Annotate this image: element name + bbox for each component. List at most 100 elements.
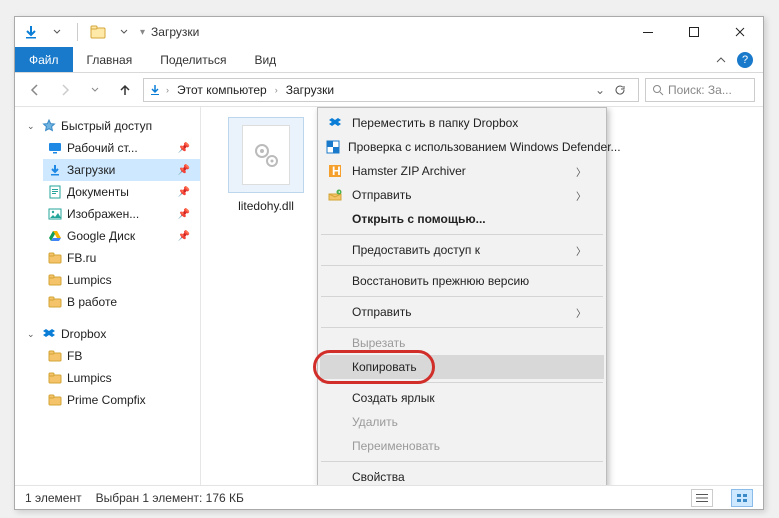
menu-item[interactable]: Восстановить прежнюю версию <box>320 269 604 293</box>
menu-separator <box>321 327 603 328</box>
minimize-button[interactable] <box>625 17 671 47</box>
gdrive-icon <box>47 228 63 244</box>
menu-item[interactable]: Проверка с использованием Windows Defend… <box>320 135 604 159</box>
menu-item-label: Переместить в папку Dropbox <box>352 116 586 130</box>
hamster-icon: H <box>326 162 344 180</box>
tree-item[interactable]: Google Диск📌 <box>43 225 200 247</box>
collapse-icon[interactable]: ⌄ <box>27 121 37 132</box>
menu-item-label: Отправить <box>352 188 568 202</box>
tree-item-label: FB.ru <box>67 251 96 265</box>
menu-item-label: Предоставить доступ к <box>352 243 568 257</box>
gears-icon <box>251 140 281 170</box>
breadcrumb-root[interactable]: Этот компьютер <box>173 83 271 97</box>
menu-item: Вырезать <box>320 331 604 355</box>
refresh-icon[interactable] <box>614 84 634 96</box>
download-arrow-icon[interactable] <box>21 22 41 42</box>
star-icon <box>41 118 57 134</box>
chevron-right-icon: 〉 <box>576 305 586 320</box>
dropdown-icon[interactable] <box>47 22 67 42</box>
blank-icon <box>326 358 344 376</box>
ribbon: Файл Главная Поделиться Вид ? <box>15 47 763 73</box>
folder-icon[interactable] <box>88 22 108 42</box>
tab-view[interactable]: Вид <box>240 47 290 72</box>
menu-item-label: Копировать <box>352 360 586 374</box>
close-button[interactable] <box>717 17 763 47</box>
chevron-right-icon[interactable]: › <box>275 85 278 95</box>
menu-item-label: Восстановить прежнюю версию <box>352 274 586 288</box>
tree-dropbox[interactable]: ⌄ Dropbox <box>23 323 200 345</box>
file-pane[interactable]: litedohy.dll Переместить в папку Dropbox… <box>201 107 763 485</box>
tree-item[interactable]: Рабочий ст...📌 <box>43 137 200 159</box>
menu-item[interactable]: Открыть с помощью... <box>320 207 604 231</box>
collapse-icon[interactable]: ⌄ <box>27 329 37 340</box>
help-icon[interactable]: ? <box>737 52 753 68</box>
folder-icon <box>47 250 63 266</box>
pin-icon: 📌 <box>178 231 190 242</box>
search-icon <box>652 84 664 96</box>
up-button[interactable] <box>113 78 137 102</box>
tree-item[interactable]: Загрузки📌 <box>43 159 200 181</box>
tree-item[interactable]: Lumpics <box>43 367 200 389</box>
overflow-icon[interactable]: ▾ <box>140 27 145 38</box>
menu-item-label: Создать ярлык <box>352 391 586 405</box>
document-icon <box>47 184 63 200</box>
tree-item[interactable]: Lumpics <box>43 269 200 291</box>
menu-item-label: Открыть с помощью... <box>352 212 586 226</box>
dropdown-icon[interactable] <box>114 22 134 42</box>
dropbox-icon <box>326 114 344 132</box>
tree-item[interactable]: Документы📌 <box>43 181 200 203</box>
search-input[interactable]: Поиск: За... <box>645 78 755 102</box>
menu-item[interactable]: Переместить в папку Dropbox <box>320 111 604 135</box>
blank-icon <box>326 303 344 321</box>
folder-icon <box>47 348 63 364</box>
menu-item-label: Hamster ZIP Archiver <box>352 164 568 178</box>
menu-item[interactable]: Предоставить доступ к〉 <box>320 238 604 262</box>
chevron-right-icon[interactable]: › <box>166 85 169 95</box>
status-count: 1 элемент <box>25 491 82 505</box>
defender-icon <box>326 138 340 156</box>
tree-item[interactable]: Prime Compfix <box>43 389 200 411</box>
tree-item[interactable]: FB.ru <box>43 247 200 269</box>
view-icons-button[interactable] <box>731 489 753 507</box>
menu-item[interactable]: HHamster ZIP Archiver〉 <box>320 159 604 183</box>
address-dropdown-icon[interactable]: ⌄ <box>590 83 610 97</box>
folder-icon <box>47 294 63 310</box>
file-name: litedohy.dll <box>221 199 311 213</box>
address-bar[interactable]: › Этот компьютер › Загрузки ⌄ <box>143 78 639 102</box>
separator <box>77 23 78 41</box>
chevron-right-icon: 〉 <box>576 188 586 203</box>
navigation-tree: ⌄ Быстрый доступ Рабочий ст...📌Загрузки📌… <box>15 107 201 485</box>
pin-icon: 📌 <box>178 143 190 154</box>
menu-separator <box>321 265 603 266</box>
menu-item[interactable]: Отправить 〉 <box>320 183 604 207</box>
tab-file[interactable]: Файл <box>15 47 73 72</box>
menu-item-label: Проверка с использованием Windows Defend… <box>348 140 621 154</box>
view-details-button[interactable] <box>691 489 713 507</box>
forward-button[interactable] <box>53 78 77 102</box>
menu-separator <box>321 296 603 297</box>
tree-item[interactable]: Изображен...📌 <box>43 203 200 225</box>
recent-button[interactable] <box>83 78 107 102</box>
blank-icon <box>326 468 344 485</box>
menu-item-label: Переименовать <box>352 439 586 453</box>
menu-item[interactable]: Свойства <box>320 465 604 485</box>
tab-share[interactable]: Поделиться <box>146 47 240 72</box>
blank-icon <box>326 437 344 455</box>
menu-item[interactable]: Создать ярлык <box>320 386 604 410</box>
search-placeholder: Поиск: За... <box>668 83 732 97</box>
tree-item[interactable]: В работе <box>43 291 200 313</box>
back-button[interactable] <box>23 78 47 102</box>
tree-item[interactable]: FB <box>43 345 200 367</box>
tree-quick-access[interactable]: ⌄ Быстрый доступ <box>23 115 200 137</box>
tree-item-label: FB <box>67 349 82 363</box>
breadcrumb-current[interactable]: Загрузки <box>282 83 338 97</box>
file-item[interactable]: litedohy.dll <box>221 117 311 213</box>
ribbon-expand-icon[interactable] <box>715 54 727 66</box>
titlebar: ▾ Загрузки <box>15 17 763 47</box>
menu-separator <box>321 234 603 235</box>
tree-item-label: Документы <box>67 185 129 199</box>
menu-item[interactable]: Копировать <box>320 355 604 379</box>
maximize-button[interactable] <box>671 17 717 47</box>
tab-home[interactable]: Главная <box>73 47 147 72</box>
menu-item[interactable]: Отправить〉 <box>320 300 604 324</box>
